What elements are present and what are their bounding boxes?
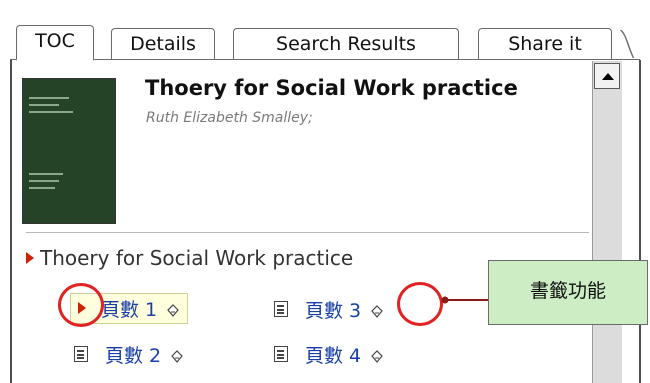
toc-root-item[interactable]: Thoery for Social Work practice bbox=[40, 246, 353, 270]
annotation-callout: 書籤功能 bbox=[488, 260, 648, 325]
page-doc-icon bbox=[274, 346, 288, 362]
toc-page-item[interactable]: 頁數 4 bbox=[305, 341, 383, 368]
expand-triangle-icon[interactable] bbox=[26, 252, 34, 264]
page-doc-icon bbox=[74, 346, 88, 362]
tab-toc-label: TOC bbox=[35, 30, 75, 52]
tab-search-results[interactable]: Search Results bbox=[233, 28, 459, 59]
highlight-circle-expand bbox=[58, 283, 104, 327]
toc-page-item[interactable]: 頁數 3 bbox=[305, 296, 383, 323]
tab-toc[interactable]: TOC bbox=[16, 25, 94, 61]
bookmark-icon[interactable] bbox=[171, 350, 183, 363]
vertical-scrollbar[interactable] bbox=[592, 61, 622, 383]
tab-details[interactable]: Details bbox=[111, 28, 215, 59]
scroll-up-arrow-icon bbox=[602, 73, 614, 80]
page-label: 頁數 4 bbox=[305, 345, 362, 367]
annotation-callout-text: 書籤功能 bbox=[529, 280, 606, 302]
tab-share-it[interactable]: Share it bbox=[478, 28, 612, 59]
page-doc-icon bbox=[274, 301, 288, 317]
bookmark-icon[interactable] bbox=[371, 305, 383, 318]
page-label: 頁數 1 bbox=[101, 299, 158, 321]
callout-arrow bbox=[441, 296, 488, 304]
tab-details-label: Details bbox=[130, 33, 196, 55]
bookmark-icon[interactable] bbox=[167, 304, 179, 317]
book-title: Thoery for Social Work practice bbox=[145, 76, 518, 100]
page-label: 頁數 3 bbox=[305, 300, 362, 322]
book-author: Ruth Elizabeth Smalley; bbox=[146, 110, 313, 126]
bookmark-icon[interactable] bbox=[371, 350, 383, 363]
scroll-up-button[interactable] bbox=[594, 63, 620, 89]
divider bbox=[26, 232, 589, 233]
tab-share-it-label: Share it bbox=[508, 33, 582, 55]
highlight-circle-bookmark bbox=[397, 282, 443, 326]
tab-strip: TOC Details Search Results Share it bbox=[10, 10, 640, 61]
page-label: 頁數 2 bbox=[105, 345, 162, 367]
book-cover-image bbox=[22, 78, 116, 224]
toc-page-item[interactable]: 頁數 2 bbox=[105, 341, 183, 368]
tab-curl-decoration bbox=[620, 30, 634, 58]
tab-search-results-label: Search Results bbox=[276, 33, 416, 55]
